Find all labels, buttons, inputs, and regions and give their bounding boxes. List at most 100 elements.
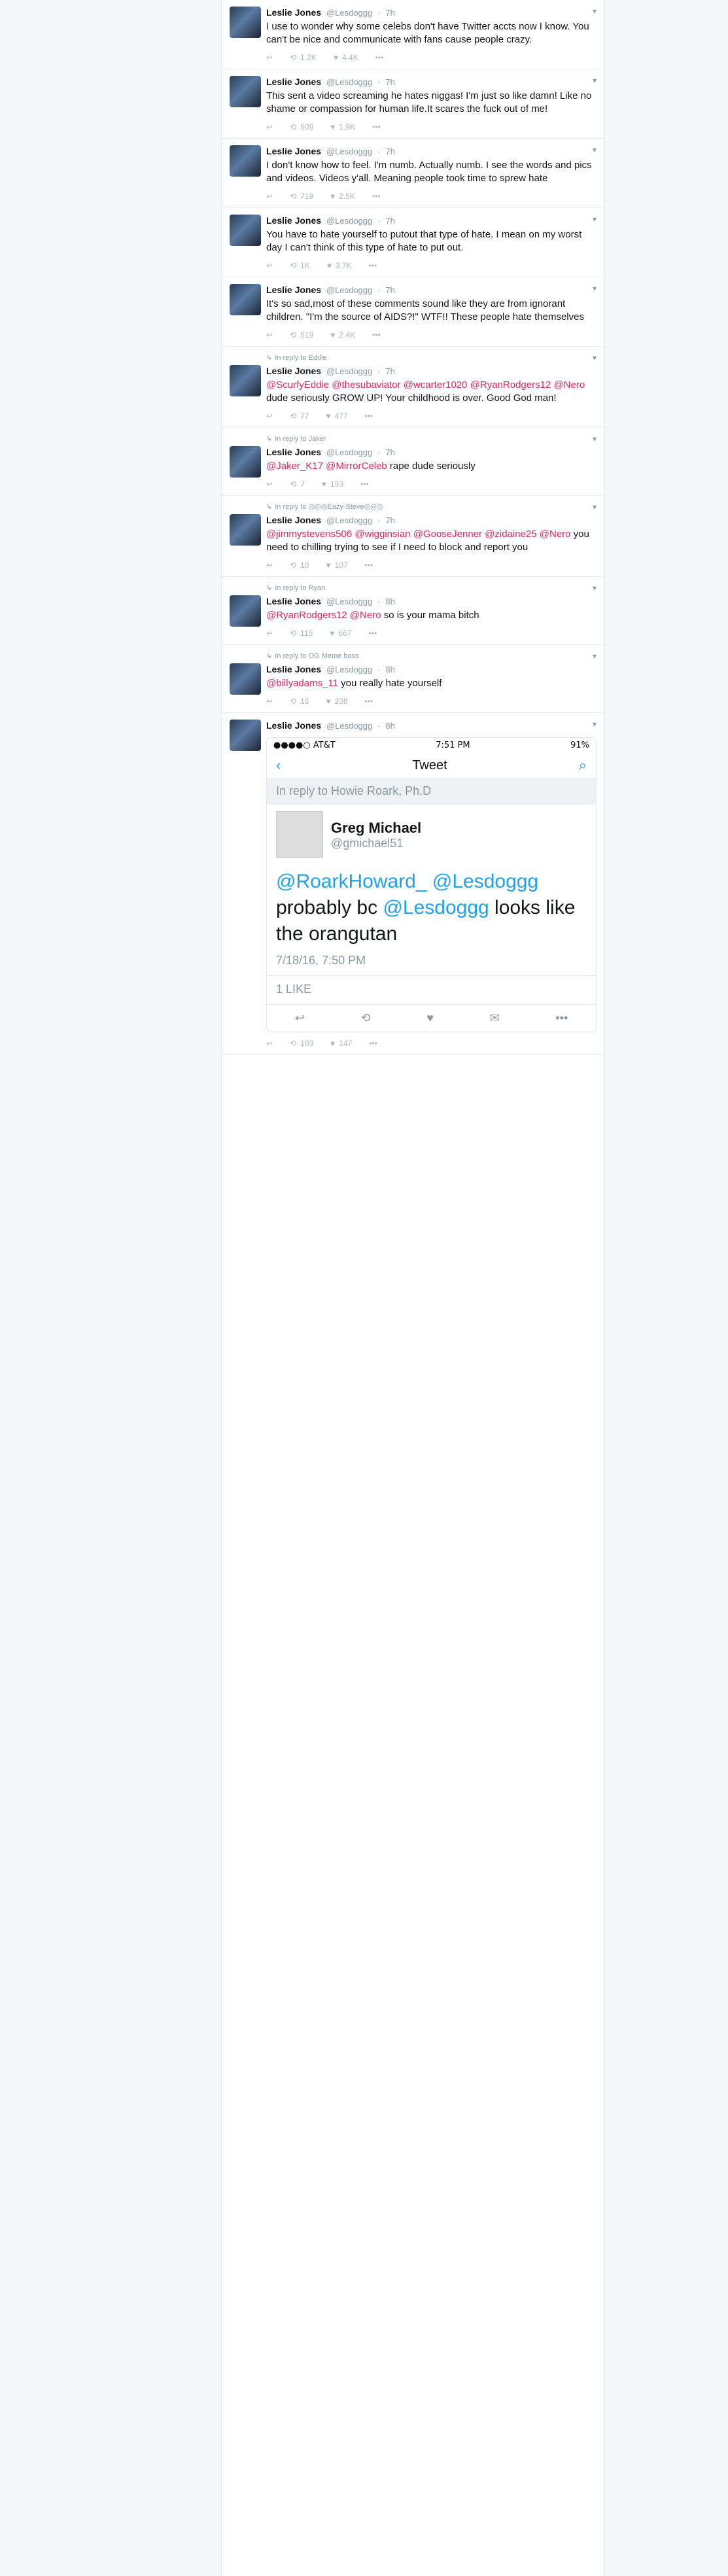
- avatar[interactable]: [230, 7, 261, 38]
- timestamp[interactable]: 8h: [385, 721, 394, 731]
- avatar[interactable]: [230, 663, 261, 695]
- caret-icon[interactable]: ▾: [593, 353, 597, 362]
- like-button[interactable]: ♥ 477: [326, 411, 347, 421]
- like-button[interactable]: ♥ 4.4K: [334, 53, 358, 62]
- avatar[interactable]: [230, 145, 261, 177]
- more-button[interactable]: •••: [372, 330, 381, 339]
- reply-button[interactable]: ↩: [266, 479, 273, 489]
- avatar[interactable]: [230, 514, 261, 546]
- caret-icon[interactable]: ▾: [593, 7, 597, 16]
- caret-icon[interactable]: ▾: [593, 215, 597, 224]
- attached-screenshot[interactable]: ●●●●○ AT&T 7:51 PM 91% ‹ Tweet ⌕ In repl…: [266, 737, 597, 1032]
- avatar[interactable]: [230, 215, 261, 246]
- like-button[interactable]: ♥ 667: [330, 629, 351, 638]
- retweet-button[interactable]: ⟲ 7: [290, 479, 305, 489]
- screenshot-tweet[interactable]: ▾ Leslie Jones @Lesdoggg · 8h ●●●●○ AT&T…: [222, 713, 604, 1055]
- retweet-button[interactable]: ⟲ 77: [290, 411, 309, 421]
- retweet-button[interactable]: ⟲ 103: [290, 1039, 313, 1048]
- caret-icon[interactable]: ▾: [593, 720, 597, 729]
- caret-icon[interactable]: ▾: [593, 76, 597, 85]
- caret-icon[interactable]: ▾: [593, 434, 597, 444]
- author-name[interactable]: Leslie Jones: [266, 7, 321, 18]
- retweet-button[interactable]: ⟲ 16: [290, 697, 309, 706]
- tweet[interactable]: ▾ ↳ In reply to OG Meme boss Leslie Jones…: [222, 645, 604, 713]
- reply-button[interactable]: ↩: [266, 1039, 273, 1048]
- retweet-button[interactable]: ⟲ 1.2K: [290, 53, 317, 62]
- tweet[interactable]: ▾ Leslie Jones @Lesdoggg · 7h I use to w…: [222, 0, 604, 69]
- tweet[interactable]: ▾ Leslie Jones @Lesdoggg · 7h You have t…: [222, 208, 604, 277]
- author-name[interactable]: Leslie Jones: [266, 515, 321, 525]
- caret-icon[interactable]: ▾: [593, 652, 597, 661]
- author-name[interactable]: Leslie Jones: [266, 77, 321, 87]
- tweet[interactable]: ▾ Leslie Jones @Lesdoggg · 7h I don't kn…: [222, 139, 604, 208]
- reply-button[interactable]: ↩: [266, 261, 273, 270]
- more-button[interactable]: •••: [360, 479, 369, 489]
- timestamp[interactable]: 7h: [385, 447, 394, 457]
- avatar[interactable]: [230, 365, 261, 396]
- tweet[interactable]: ▾ ↳ In reply to ◎◎◎Eazy-Steve◎◎◎ Leslie J…: [222, 496, 604, 577]
- reply-button[interactable]: ↩: [266, 411, 273, 421]
- reply-button[interactable]: ↩: [266, 53, 273, 62]
- mentions[interactable]: @Jaker_K17 @MirrorCeleb: [266, 461, 387, 472]
- more-button[interactable]: •••: [375, 53, 384, 62]
- timestamp[interactable]: 7h: [385, 515, 394, 525]
- more-button[interactable]: •••: [372, 122, 381, 131]
- reply-button[interactable]: ↩: [266, 629, 273, 638]
- caret-icon[interactable]: ▾: [593, 583, 597, 593]
- more-button[interactable]: •••: [365, 411, 373, 421]
- tweet[interactable]: ▾ ↳ In reply to Ryan Leslie Jones @Lesdog…: [222, 577, 604, 645]
- author-name[interactable]: Leslie Jones: [266, 215, 321, 226]
- retweet-button[interactable]: ⟲ 10: [290, 561, 309, 570]
- reply-button[interactable]: ↩: [266, 330, 273, 339]
- author-name[interactable]: Leslie Jones: [266, 596, 321, 606]
- avatar[interactable]: [230, 76, 261, 107]
- more-button[interactable]: •••: [368, 629, 377, 638]
- author-name[interactable]: Leslie Jones: [266, 720, 321, 731]
- tweet[interactable]: ▾ ↳ In reply to Eddie Leslie Jones @Lesdo…: [222, 347, 604, 428]
- more-button[interactable]: •••: [369, 261, 377, 270]
- more-button[interactable]: •••: [369, 1039, 377, 1048]
- reply-button[interactable]: ↩: [266, 697, 273, 706]
- timestamp[interactable]: 8h: [385, 665, 394, 674]
- timestamp[interactable]: 8h: [385, 597, 394, 606]
- reply-button[interactable]: ↩: [266, 122, 273, 131]
- author-name[interactable]: Leslie Jones: [266, 664, 321, 674]
- caret-icon[interactable]: ▾: [593, 145, 597, 154]
- more-button[interactable]: •••: [365, 561, 373, 570]
- retweet-button[interactable]: ⟲ 1K: [290, 261, 310, 270]
- like-button[interactable]: ♥ 153: [322, 479, 343, 489]
- mentions[interactable]: @jimmystevens506 @wigginsian @GooseJenne…: [266, 529, 571, 540]
- retweet-button[interactable]: ⟲ 115: [290, 629, 313, 638]
- reply-button[interactable]: ↩: [266, 561, 273, 570]
- avatar[interactable]: [230, 595, 261, 627]
- like-button[interactable]: ♥ 1.9K: [330, 122, 355, 131]
- like-button[interactable]: ♥ 3.7K: [327, 261, 352, 270]
- more-button[interactable]: •••: [365, 697, 373, 706]
- avatar[interactable]: [230, 446, 261, 478]
- author-name[interactable]: Leslie Jones: [266, 285, 321, 295]
- caret-icon[interactable]: ▾: [593, 502, 597, 512]
- timestamp[interactable]: 7h: [385, 147, 394, 156]
- more-button[interactable]: •••: [372, 192, 381, 201]
- author-name[interactable]: Leslie Jones: [266, 366, 321, 376]
- retweet-button[interactable]: ⟲ 509: [290, 122, 313, 131]
- timestamp[interactable]: 7h: [385, 77, 394, 87]
- timestamp[interactable]: 7h: [385, 216, 394, 226]
- avatar[interactable]: [230, 284, 261, 315]
- timestamp[interactable]: 7h: [385, 366, 394, 376]
- like-button[interactable]: ♥ 2.4K: [330, 330, 355, 339]
- author-name[interactable]: Leslie Jones: [266, 146, 321, 156]
- like-button[interactable]: ♥ 2.5K: [330, 192, 355, 201]
- like-button[interactable]: ♥ 107: [326, 561, 347, 570]
- tweet[interactable]: ▾ Leslie Jones @Lesdoggg · 7h It's so sa…: [222, 277, 604, 347]
- mentions[interactable]: @billyadams_11: [266, 678, 338, 689]
- author-name[interactable]: Leslie Jones: [266, 447, 321, 457]
- tweet[interactable]: ▾ ↳ In reply to Jaker Leslie Jones @Lesdo…: [222, 428, 604, 496]
- avatar[interactable]: [230, 720, 261, 751]
- timestamp[interactable]: 7h: [385, 285, 394, 295]
- retweet-button[interactable]: ⟲ 519: [290, 330, 313, 339]
- caret-icon[interactable]: ▾: [593, 284, 597, 293]
- retweet-button[interactable]: ⟲ 719: [290, 192, 313, 201]
- mentions[interactable]: @ScurfyEddie @thesubaviator @wcarter1020…: [266, 379, 585, 391]
- tweet[interactable]: ▾ Leslie Jones @Lesdoggg · 7h This sent …: [222, 69, 604, 139]
